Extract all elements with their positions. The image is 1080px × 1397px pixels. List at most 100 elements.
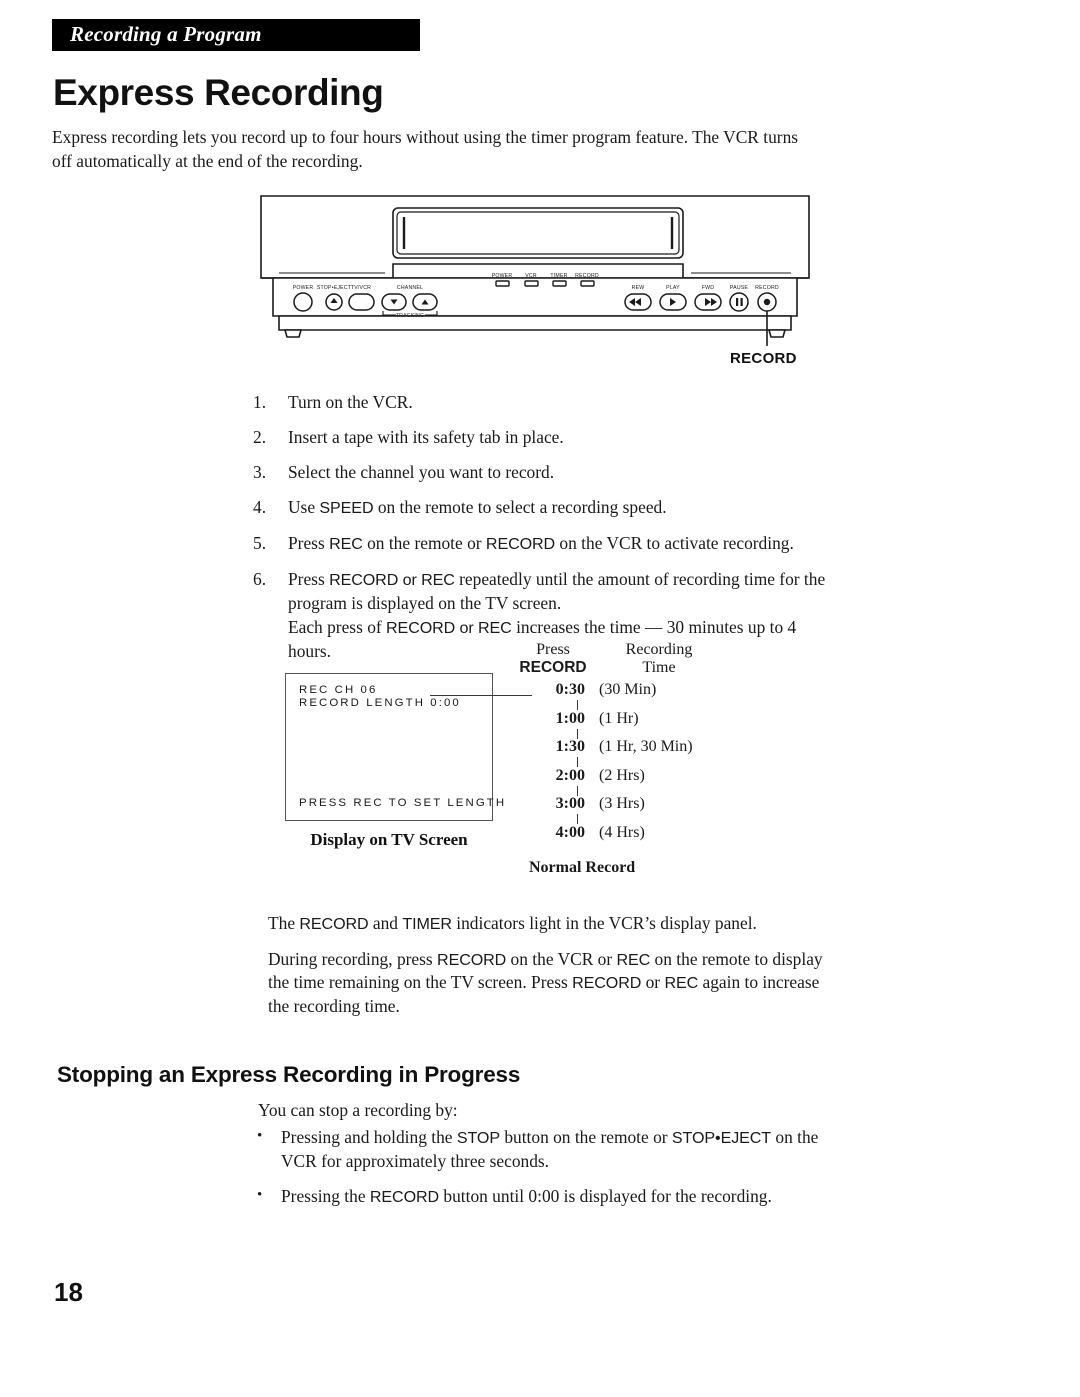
step-number: 3. <box>253 462 267 482</box>
list-item: • Pressing and holding the STOP button on… <box>253 1126 823 1172</box>
control-label-tracking: TRACKING <box>396 313 424 319</box>
steps-list: 1. Turn on the VCR. 2. Insert a tape with … <box>253 391 833 675</box>
running-header-bar: Recording a Program <box>52 19 420 51</box>
button-name-record-2: RECORD <box>572 974 642 992</box>
step-text-pre: Press <box>288 533 330 553</box>
indicator-label-power: POWER <box>492 273 513 279</box>
step-number: 6. <box>253 569 267 589</box>
row-label: (1 Hr, 30 Min) <box>599 738 693 756</box>
table-row: 1:30 (1 Hr, 30 Min) <box>515 738 745 768</box>
column-header-recording: Recording <box>625 641 693 658</box>
list-item: • Pressing the RECORD button until 0:00 i… <box>253 1185 823 1209</box>
button-name-record: RECORD <box>485 535 556 553</box>
table-row: 4:00 (4 Hrs) <box>515 824 745 853</box>
step-text: Turn on the VCR. <box>288 392 413 412</box>
row-connector <box>577 700 578 710</box>
indicator-label-vcr: VCR <box>525 273 537 279</box>
column-header-record: RECORD <box>519 659 587 676</box>
table-footer-normal-record: Normal Record <box>529 858 636 876</box>
row-label: (4 Hrs) <box>599 823 645 841</box>
record-dot-icon <box>763 298 771 306</box>
vcr-illustration: POWER VCR TIMER RECORD POWER STOP•EJECT … <box>255 190 815 370</box>
tv-screen-line-record-length: RECORD LENGTH 0:00 <box>299 697 461 709</box>
control-label-channel: CHANNEL <box>397 285 423 291</box>
tv-screen-line-prompt: PRESS REC TO SET LENGTH <box>299 797 507 809</box>
row-connector <box>577 785 578 796</box>
note-indicators: The RECORD and TIMER indicators light in… <box>268 912 824 936</box>
row-time: 2:00 <box>555 766 585 784</box>
control-label-pause: PAUSE <box>730 285 749 291</box>
note-text-mid: on the VCR or <box>506 948 617 969</box>
table-row: 2:00 (2 Hrs) <box>515 767 745 796</box>
bullet-text-post: button until 0:00 is displayed for the r… <box>439 1186 772 1206</box>
button-name-timer: TIMER <box>402 915 452 933</box>
note-text-pre: During recording, press <box>268 948 438 969</box>
button-name-rec-2: REC <box>664 974 699 992</box>
notes-block: The RECORD and TIMER indicators light in… <box>268 912 824 1029</box>
bullet-text-pre: Pressing the <box>281 1186 370 1206</box>
column-header-press: Press <box>536 641 570 658</box>
step-1: 1. Turn on the VCR. <box>253 391 833 414</box>
step-text-pre: Use <box>288 497 320 517</box>
row-time: 1:30 <box>555 738 585 756</box>
table-row: 3:00 (3 Hrs) <box>515 795 745 825</box>
button-name-stop-eject: STOP•EJECT <box>671 1129 772 1147</box>
tv-screen-line-rec-channel: REC CH 06 <box>299 684 378 696</box>
running-header-text: Recording a Program <box>70 22 262 46</box>
row-connector <box>577 814 578 825</box>
intro-paragraph: Express recording lets you record up to … <box>52 127 799 171</box>
button-name-stop: STOP <box>456 1129 500 1147</box>
button-name-speed: SPEED <box>319 499 374 517</box>
row-label: (2 Hrs) <box>599 766 645 784</box>
stopping-bullet-list: • Pressing and holding the STOP button on… <box>253 1126 823 1222</box>
recording-time-table: Press RECORD Recording Time 0:30 (30 Min… <box>515 641 745 877</box>
row-label: (3 Hrs) <box>599 795 645 813</box>
step-text-post: on the remote to select a recording spee… <box>373 497 667 517</box>
row-time: 1:00 <box>555 709 585 727</box>
section-title-stopping: Stopping an Express Recording in Progres… <box>57 1062 521 1087</box>
control-label-play: PLAY <box>666 285 680 291</box>
step-text: Select the channel you want to record. <box>288 462 555 482</box>
note-text-pre: The <box>268 913 300 933</box>
note-text-mid-3: or <box>641 972 665 992</box>
bullet-icon: • <box>257 1128 263 1144</box>
step-number: 2. <box>253 427 267 447</box>
substep-text-pre: Each press of <box>288 617 387 637</box>
button-name-record: RECORD <box>369 1188 440 1206</box>
bullet-icon: • <box>257 1187 263 1203</box>
page-title: Express Recording <box>53 72 384 113</box>
row-time: 0:30 <box>555 681 585 698</box>
step-number: 4. <box>253 497 267 517</box>
step-text-pre: Press <box>288 569 330 589</box>
control-label-record: RECORD <box>755 285 779 291</box>
step-text: Insert a tape with its safety tab in pla… <box>288 427 564 447</box>
indicator-label-timer: TIMER <box>550 273 567 279</box>
bullet-text-pre: Pressing and holding the <box>281 1127 457 1147</box>
manual-page: Recording a Program Express Recording Ex… <box>0 0 1080 1397</box>
pause-icon-2 <box>740 298 743 306</box>
row-connector <box>577 728 578 739</box>
row-label: (1 Hr) <box>599 709 639 727</box>
control-label-rew: REW <box>632 285 645 291</box>
control-label-power: POWER <box>293 285 314 291</box>
step-2: 2. Insert a tape with its safety tab in p… <box>253 426 833 449</box>
note-during-recording: During recording, press RECORD on the VC… <box>268 948 824 1018</box>
button-name-record: RECORD <box>437 950 507 969</box>
row-label: (30 Min) <box>599 681 657 698</box>
button-name-rec: REC <box>329 535 363 553</box>
bullet-text-mid: button on the remote or <box>499 1127 672 1147</box>
indicator-label-record: RECORD <box>575 273 599 279</box>
table-header: Press RECORD Recording Time <box>515 641 745 681</box>
note-text-post: indicators light in the VCR’s display pa… <box>451 913 757 933</box>
control-label-fwd: FWD <box>702 285 714 291</box>
vcr-drawing: POWER VCR TIMER RECORD POWER STOP•EJECT … <box>260 195 810 346</box>
table-row: 0:30 (30 Min) <box>515 681 745 710</box>
step-3: 3. Select the channel you want to record. <box>253 461 833 484</box>
page-number: 18 <box>54 1277 83 1307</box>
button-name-record: RECORD <box>299 915 369 933</box>
step-text-post: on the VCR to activate recording. <box>555 533 794 553</box>
button-name-record-or-rec-2: RECORD or REC <box>386 619 512 637</box>
record-callout-label: RECORD <box>730 350 797 367</box>
row-time: 3:00 <box>555 795 585 813</box>
row-connector <box>577 757 578 768</box>
